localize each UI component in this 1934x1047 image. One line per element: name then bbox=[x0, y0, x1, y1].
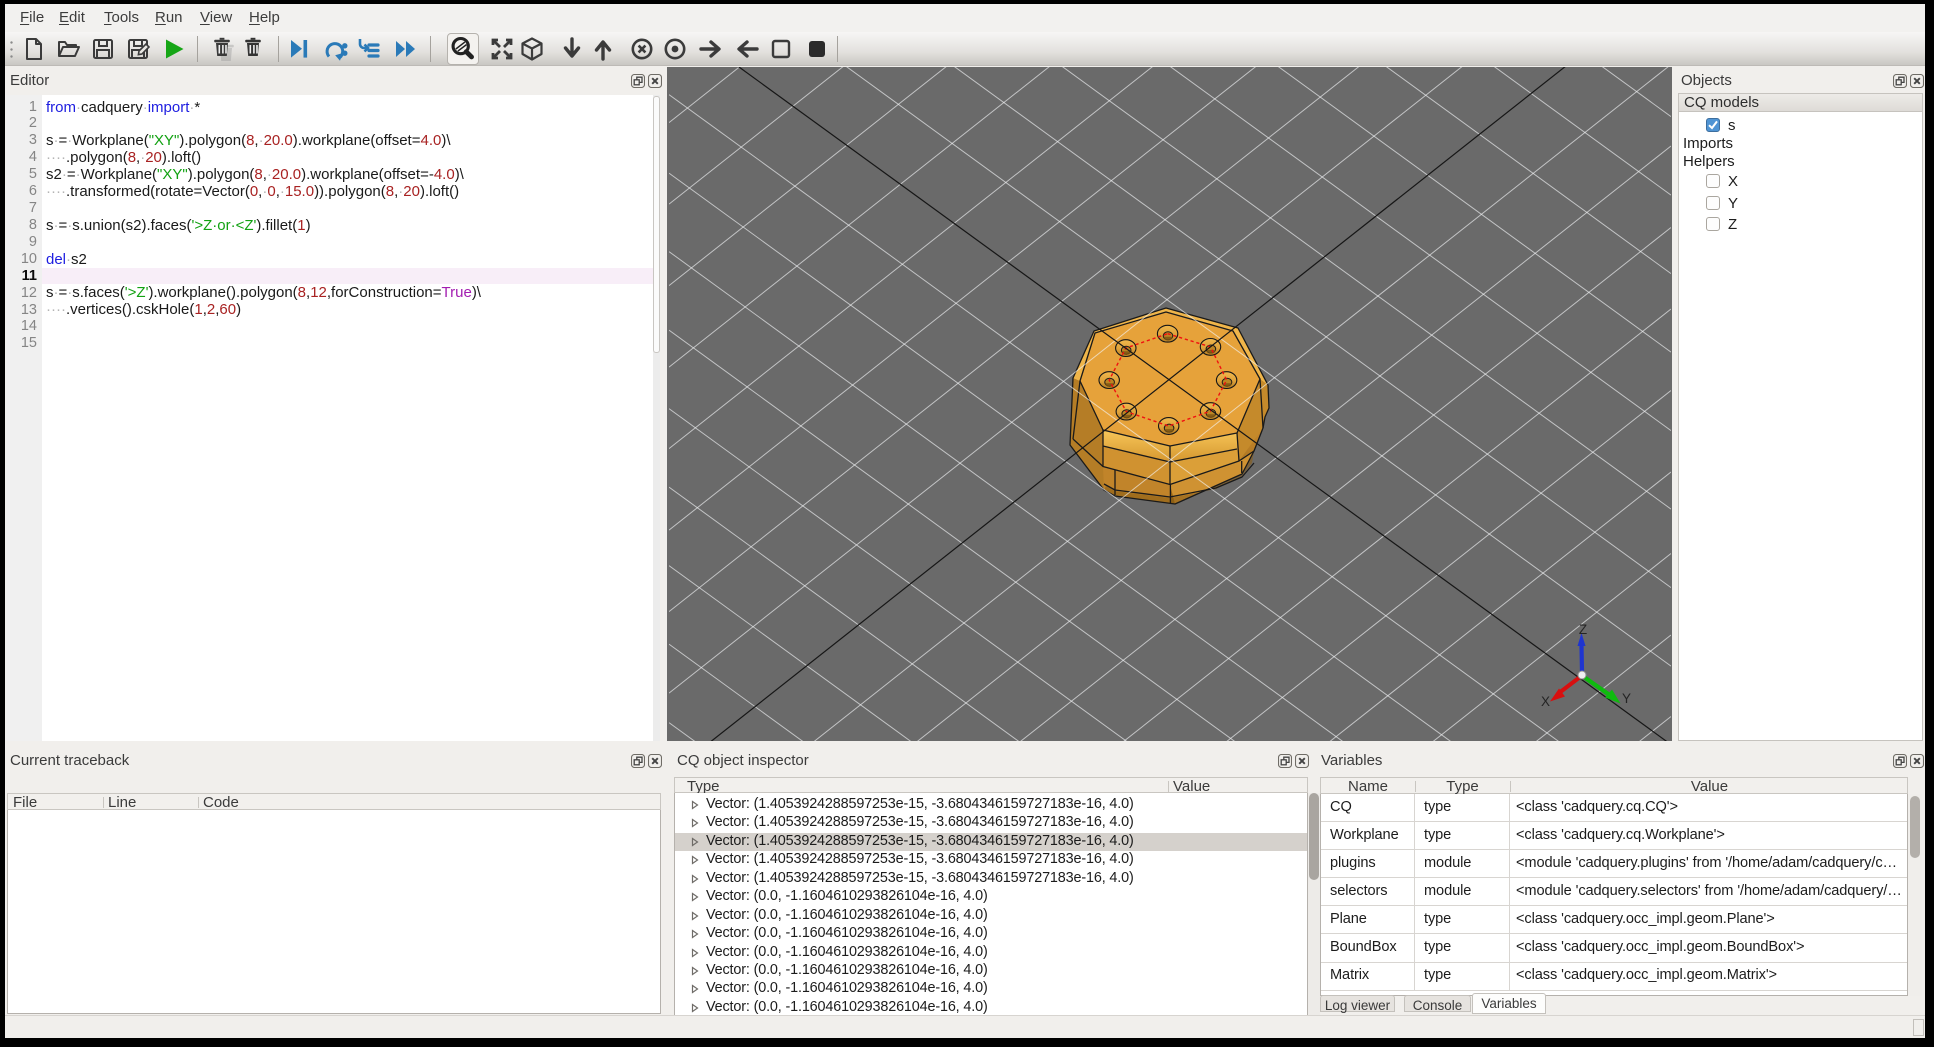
svg-text:X: X bbox=[1541, 694, 1550, 709]
svg-text:Y: Y bbox=[1622, 691, 1631, 706]
svg-text:Z: Z bbox=[1579, 622, 1587, 637]
